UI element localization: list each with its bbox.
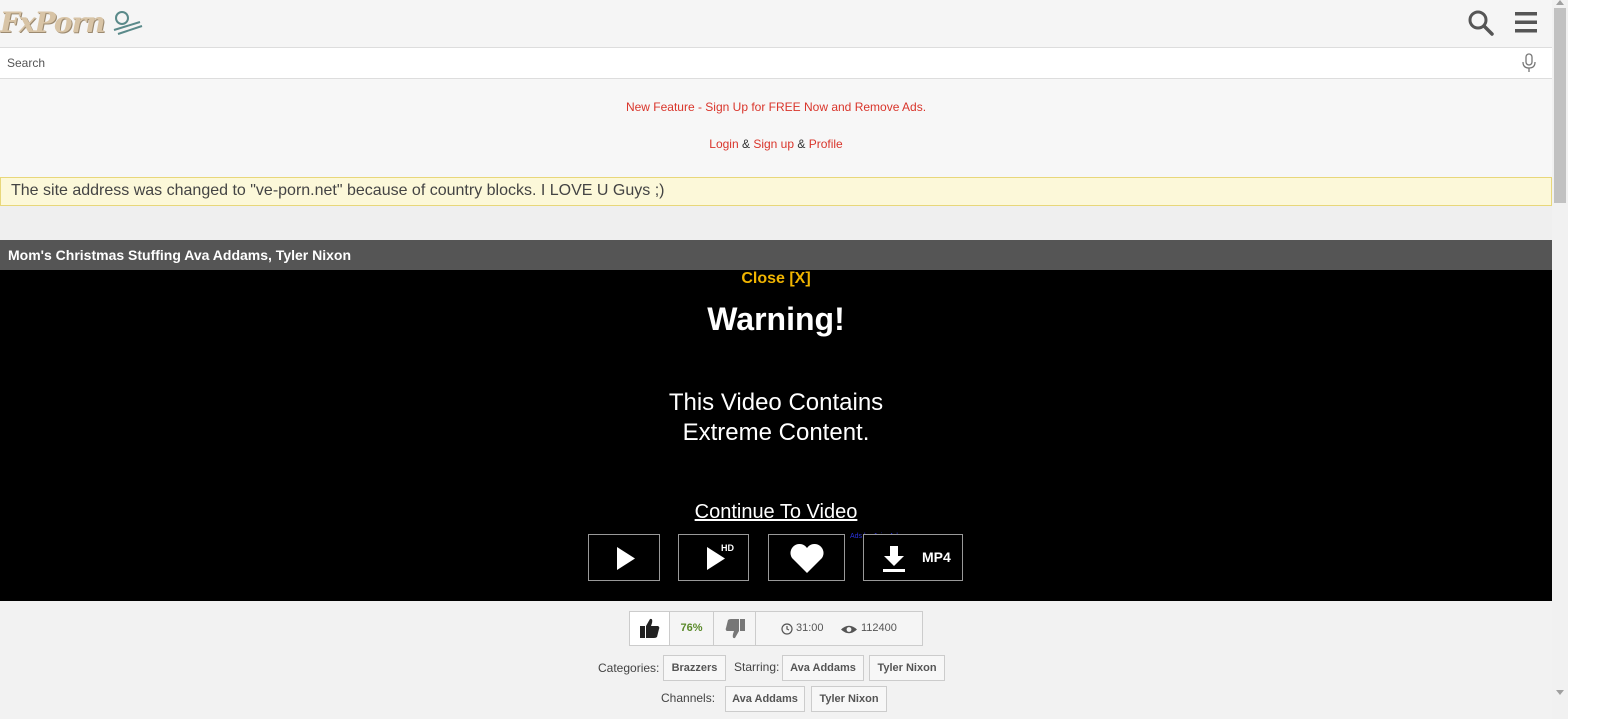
starring-label: Starring:: [734, 660, 780, 674]
promo-signup-link[interactable]: New Feature - Sign Up for FREE Now and R…: [0, 100, 1552, 114]
dislike-button[interactable]: [714, 612, 756, 645]
warning-line-1: This Video Contains: [668, 389, 884, 416]
video-title: Mom's Christmas Stuffing Ava Addams, Tyl…: [0, 240, 1552, 270]
play-icon: [617, 547, 635, 570]
search-bar: [0, 47, 1552, 79]
video-duration: 31:00: [796, 622, 824, 634]
category-tag[interactable]: Brazzers: [663, 655, 726, 681]
scroll-up-arrow[interactable]: [1556, 0, 1564, 5]
microphone-icon[interactable]: [1520, 53, 1538, 73]
signup-link[interactable]: Sign up: [753, 137, 794, 151]
hamburger-menu-icon[interactable]: [1512, 8, 1542, 38]
logo-mark-icon: [113, 11, 143, 35]
channel-tag[interactable]: Tyler Nixon: [811, 686, 887, 712]
warning-message: This Video Contains Extreme Content.: [0, 388, 1552, 448]
login-link[interactable]: Login: [709, 137, 738, 151]
play-button[interactable]: [588, 534, 660, 581]
separator: &: [794, 137, 809, 151]
heart-icon: [790, 543, 824, 573]
rating-percent: 76%: [670, 612, 714, 645]
spacer: [0, 206, 1552, 240]
account-links: Login & Sign up & Profile: [0, 137, 1552, 151]
warning-line-2: Extreme Content.: [682, 419, 870, 446]
separator: &: [738, 137, 754, 151]
search-icon[interactable]: [1466, 8, 1496, 38]
starring-tag[interactable]: Tyler Nixon: [869, 655, 945, 681]
thumbs-down-icon: [725, 619, 745, 639]
scroll-thumb[interactable]: [1554, 8, 1566, 203]
close-overlay-button[interactable]: Close [X]: [0, 270, 1552, 288]
mp4-label: MP4: [922, 549, 951, 565]
video-stats: 76% 31:00 112400: [629, 611, 923, 646]
download-icon: [883, 546, 905, 572]
site-logo[interactable]: FxPorn: [0, 6, 106, 39]
promo-section: New Feature - Sign Up for FREE Now and R…: [0, 79, 1552, 177]
view-count: 112400: [861, 622, 897, 634]
profile-link[interactable]: Profile: [809, 137, 843, 151]
play-hd-button[interactable]: HD: [678, 534, 749, 581]
download-mp4-button[interactable]: MP4: [863, 534, 963, 581]
clock-icon: [781, 623, 793, 635]
warning-heading: Warning!: [707, 301, 845, 337]
continue-to-video-link[interactable]: Continue To Video: [695, 501, 858, 523]
channel-tag[interactable]: Ava Addams: [725, 686, 805, 712]
site-header: FxPorn: [0, 0, 1568, 47]
video-player: Close [X] Warning! This Video Contains E…: [0, 270, 1552, 601]
thumbs-up-icon: [640, 618, 660, 638]
hd-label: HD: [721, 543, 734, 553]
channels-label: Channels:: [661, 691, 716, 705]
continue-wrapper: Continue To Video: [0, 501, 1552, 524]
eye-icon: [841, 625, 857, 634]
like-button[interactable]: [630, 612, 670, 645]
site-notice: The site address was changed to "ve-porn…: [0, 177, 1552, 206]
search-input[interactable]: [0, 48, 1500, 78]
vertical-scrollbar[interactable]: [1552, 0, 1568, 719]
starring-tag[interactable]: Ava Addams: [782, 655, 864, 681]
window-edge: [1568, 0, 1598, 719]
categories-label: Categories:: [598, 661, 660, 675]
scroll-down-arrow[interactable]: [1556, 690, 1564, 695]
favorite-button[interactable]: [768, 534, 845, 581]
